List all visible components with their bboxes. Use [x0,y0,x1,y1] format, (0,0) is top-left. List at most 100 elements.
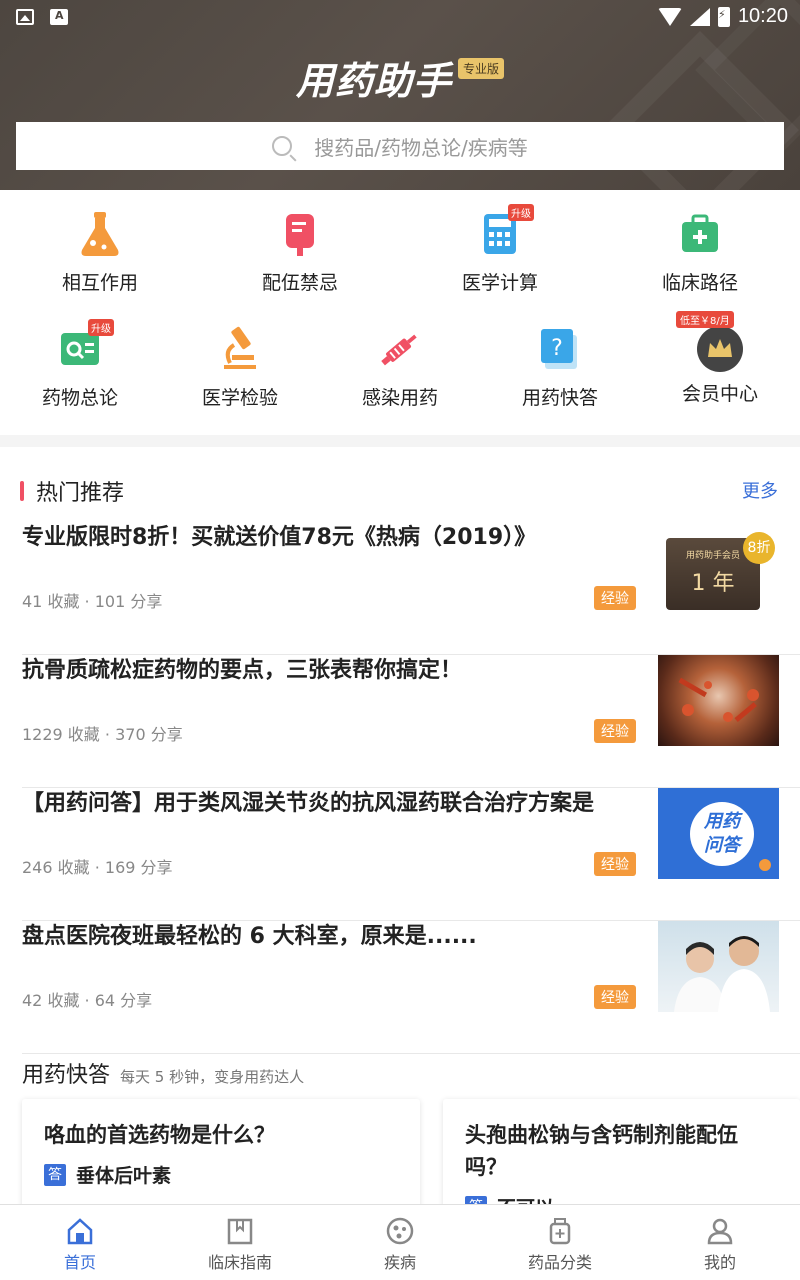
grid-label: 会员中心 [681,383,758,405]
nav-item-home[interactable]: 首页 [0,1205,160,1280]
header: 10:20 用药助手专业版 搜药品/药物总论/疾病等 [0,0,800,190]
upgrade-badge: 升级 [508,204,534,221]
favorites-count: 246 收藏 [22,858,90,877]
iv-bag-icon [276,210,324,258]
section-subtitle: 每天 5 秒钟，变身用药达人 [120,1068,305,1086]
nav-item-profile[interactable]: 我的 [640,1205,800,1280]
app-title-text: 用药助手 [295,59,452,103]
feature-grid: 相互作用 配伍禁忌 升级 医学计算 临床路径 升级 药物总论 医学检验 感染用药… [0,190,800,435]
grid-item-interaction[interactable]: 相互作用 [20,210,180,295]
crown-icon: 低至￥8/月 [676,311,744,373]
article-title: 抗骨质疏松症药物的要点，三张表帮你搞定！ [22,658,463,683]
grid-label: 医学检验 [201,387,278,409]
article-thumbnail: 用药助手会员 1 年 8折 [658,530,779,621]
more-link[interactable]: 更多 [742,477,778,503]
grid-label: 医学计算 [461,272,538,294]
search-placeholder: 搜药品/药物总论/疾病等 [314,135,528,160]
bottom-nav: 首页 临床指南 疾病 药品分类 我的 [0,1204,800,1280]
article-item[interactable]: 盘点医院夜班最轻松的 6 大科室，原来是...... 42 收藏 · 64 分享… [22,921,800,1054]
upgrade-badge: 升级 [88,319,114,336]
shares-count: 101 分享 [94,592,163,611]
grid-item-lab-test[interactable]: 医学检验 [160,325,320,410]
grid-item-member-center[interactable]: 低至￥8/月 会员中心 [640,311,800,406]
section-accent-bar [20,481,24,501]
nav-item-drug-categories[interactable]: 药品分类 [480,1205,640,1280]
section-title: 热门推荐 [36,481,125,506]
qa-question: 头孢曲松钠与含钙制剂能配伍吗？ [465,1123,738,1179]
article-thumbnail [658,921,779,1012]
drug-search-icon: 升级 [56,319,114,373]
grid-label: 感染用药 [361,387,438,409]
status-bar: 10:20 [0,0,800,36]
article-meta: 1229 收藏 · 370 分享 [22,725,183,744]
section-header: 热门推荐 [20,475,124,507]
article-item[interactable]: 抗骨质疏松症药物的要点，三张表帮你搞定！ 1229 收藏 · 370 分享 经验 [22,655,800,788]
nav-item-guidelines[interactable]: 临床指南 [160,1205,320,1280]
nav-label: 我的 [703,1253,736,1272]
nav-item-diseases[interactable]: 疾病 [320,1205,480,1280]
article-tag: 经验 [594,719,636,743]
favorites-count: 41 收藏 [22,592,80,611]
book-icon [226,1217,254,1245]
app-title: 用药助手 专业版 [0,50,800,105]
user-icon [706,1217,734,1245]
grid-item-infection-drugs[interactable]: 感染用药 [320,325,480,410]
article-thumbnail [658,655,779,746]
shares-count: 64 分享 [94,991,153,1010]
shares-count: 370 分享 [115,725,183,744]
qa-answer-row: 答 垂体后叶素 [44,1161,398,1188]
home-icon [66,1217,94,1245]
nav-label: 药品分类 [527,1253,592,1272]
virus-icon [386,1217,414,1245]
article-title: 【用药问答】用于类风湿关节炎的抗风湿药联合治疗方案是 [22,791,595,816]
hot-recommendations: 热门推荐 更多 专业版限时8折！买就送价值78元《热病（2019）》 41 收藏… [0,447,800,1229]
article-tag: 经验 [594,586,636,610]
bone-cell-image [678,677,759,723]
microscope-icon [216,325,264,373]
discount-badge: 8折 [743,532,775,564]
article-title: 专业版限时8折！买就送价值78元《热病（2019）》 [22,525,537,550]
grid-item-clinical-path[interactable]: 临床路径 [620,210,780,295]
wifi-icon [657,7,682,26]
price-badge: 低至￥8/月 [676,311,734,328]
grid-item-quick-answer[interactable]: ? 用药快答 [480,325,640,410]
article-title: 盘点医院夜班最轻松的 6 大科室，原来是...... [22,924,477,949]
search-input[interactable]: 搜药品/药物总论/疾病等 [16,122,784,170]
qa-question: 咯血的首选药物是什么？ [44,1123,275,1147]
pro-badge: 专业版 [458,58,505,79]
article-meta: 246 收藏 · 169 分享 [22,858,173,877]
grid-item-drug-overview[interactable]: 升级 药物总论 [0,319,160,410]
grid-item-incompatibility[interactable]: 配伍禁忌 [220,210,380,295]
section-title: 用药快答 [22,1063,111,1088]
question-icon: ? [536,325,584,373]
answer-badge: 答 [44,1163,66,1186]
svg-text:?: ? [551,336,563,361]
battery-icon [717,6,730,27]
nav-label: 首页 [63,1253,96,1272]
favorites-count: 42 收藏 [22,991,80,1010]
grid-label: 药物总论 [41,387,118,409]
nav-label: 疾病 [383,1253,416,1272]
grid-label: 临床路径 [661,272,738,294]
doctors-photo [674,936,770,1012]
article-meta: 42 收藏 · 64 分享 [22,991,153,1010]
signal-icon [689,7,710,26]
qa-logo: 用药 问答 [690,802,754,866]
search-icon [272,136,293,156]
gallery-notification-icon [16,9,34,25]
medicine-bottle-icon [546,1217,574,1245]
shares-count: 169 分享 [104,858,173,877]
grid-label: 配伍禁忌 [261,272,338,294]
article-thumbnail: 用药 问答 [658,788,779,879]
grid-item-calculator[interactable]: 升级 医学计算 [420,204,580,295]
grid-label: 用药快答 [521,387,598,409]
article-tag: 经验 [594,985,636,1009]
article-item[interactable]: 专业版限时8折！买就送价值78元《热病（2019）》 41 收藏 · 101 分… [22,522,800,655]
nav-label: 临床指南 [207,1253,272,1272]
status-time: 10:20 [737,5,788,27]
syringe-icon [376,325,424,373]
article-item[interactable]: 【用药问答】用于类风湿关节炎的抗风湿药联合治疗方案是 246 收藏 · 169 … [22,788,800,921]
app-notification-icon [50,9,68,25]
article-meta: 41 收藏 · 101 分享 [22,592,163,611]
flask-icon [76,210,124,258]
